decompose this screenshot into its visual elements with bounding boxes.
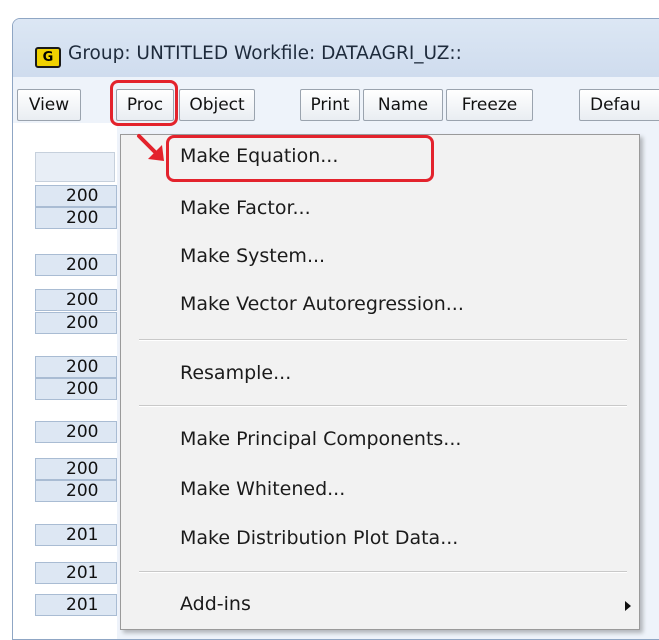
proc-highlight-box [110, 80, 178, 126]
make-equation-highlight-box [166, 135, 434, 182]
window-title: Group: UNTITLED Workfile: DATAAGRI_UZ:: [68, 43, 462, 64]
menu-separator [139, 571, 627, 573]
menu-item-make-principal-components[interactable]: Make Principal Components... [180, 428, 461, 450]
row-label[interactable]: 200 [35, 289, 117, 311]
menu-item-make-vector-autoregression[interactable]: Make Vector Autoregression... [180, 293, 464, 315]
menu-item-make-factor[interactable]: Make Factor... [180, 197, 311, 219]
menu-item-add-ins[interactable]: Add-ins [180, 593, 251, 615]
menu-separator [139, 405, 627, 407]
row-label[interactable]: 200 [35, 207, 117, 229]
menu-item-make-distribution-plot-data[interactable]: Make Distribution Plot Data... [180, 527, 458, 549]
print-button[interactable]: Print [300, 89, 360, 121]
row-label[interactable]: 201 [35, 524, 117, 546]
menu-separator [139, 339, 627, 341]
row-label[interactable]: 200 [35, 421, 117, 443]
row-label[interactable]: 200 [35, 458, 117, 480]
row-label[interactable]: 201 [35, 562, 117, 584]
row-label[interactable]: 200 [35, 480, 117, 502]
default-dropdown[interactable]: Defau [579, 89, 659, 121]
submenu-arrow-icon [625, 601, 631, 611]
menu-item-resample[interactable]: Resample... [180, 362, 291, 384]
freeze-button[interactable]: Freeze [446, 89, 533, 121]
view-button[interactable]: View [17, 89, 81, 121]
row-label[interactable]: 200 [35, 254, 117, 276]
sheet-header-cell [35, 152, 115, 182]
menu-item-make-system[interactable]: Make System... [180, 245, 325, 267]
row-label[interactable]: 200 [35, 312, 117, 334]
row-label[interactable]: 200 [35, 378, 117, 400]
row-label[interactable]: 200 [35, 356, 117, 378]
object-button[interactable]: Object [179, 89, 255, 121]
name-button[interactable]: Name [363, 89, 443, 121]
menu-item-make-whitened[interactable]: Make Whitened... [180, 478, 345, 500]
red-pointer-arrow-icon [137, 134, 164, 161]
row-label[interactable]: 201 [35, 594, 117, 616]
title-bar[interactable]: G Group: UNTITLED Workfile: DATAAGRI_UZ:… [13, 19, 659, 77]
spreadsheet: 200 200 200 200 200 200 200 200 200 200 … [13, 123, 117, 639]
proc-menu: Make Equation... Make Factor... Make Sys… [120, 134, 640, 630]
group-icon: G [35, 47, 61, 68]
row-label[interactable]: 200 [35, 185, 117, 207]
